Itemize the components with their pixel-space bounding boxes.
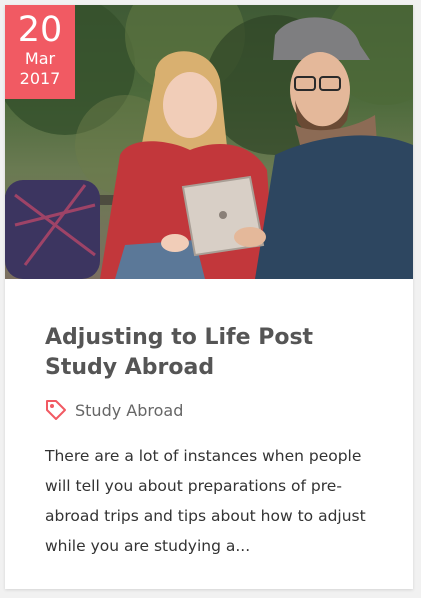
post-excerpt: There are a lot of instances when people… xyxy=(45,447,366,555)
post-date-day: 20 xyxy=(17,10,63,50)
post-category-link[interactable]: Study Abroad xyxy=(75,401,183,420)
blog-post-card[interactable]: 20 Mar 2017 Adjusting to Life Post Study… xyxy=(5,5,413,589)
post-date-year: 2017 xyxy=(19,69,61,88)
post-content: Adjusting to Life Post Study Abroad Stud… xyxy=(45,323,385,561)
post-title[interactable]: Adjusting to Life Post Study Abroad xyxy=(45,323,385,383)
post-date-month: Mar xyxy=(24,49,56,68)
post-category: Study Abroad xyxy=(45,399,385,421)
post-featured-image[interactable]: 20 Mar 2017 xyxy=(5,5,413,279)
tag-icon xyxy=(45,399,67,421)
post-date-badge: 20 Mar 2017 xyxy=(5,5,75,99)
